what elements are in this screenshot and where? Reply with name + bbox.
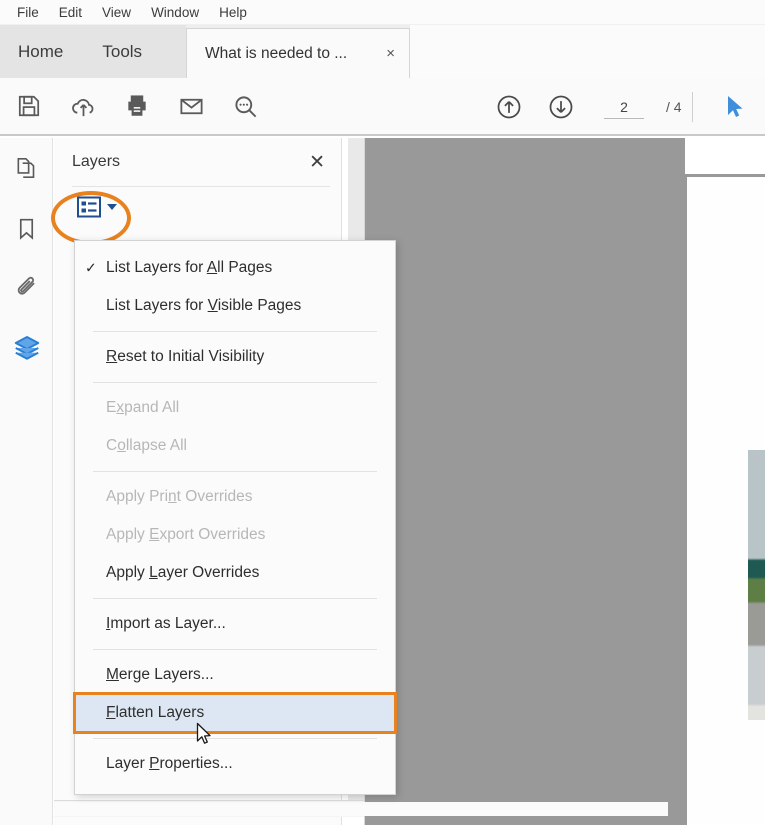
layers-options-button[interactable] [76, 195, 117, 219]
menu-item-label: List Layers for All Pages [106, 259, 273, 276]
accelerator-letter: L [149, 564, 158, 581]
menu-separator [93, 649, 377, 650]
page-number-input[interactable]: 2 [604, 95, 644, 119]
menu-separator [93, 471, 377, 472]
menu-item-collapse-all: Collapse All [75, 427, 395, 465]
accelerator-letter: A [206, 259, 218, 276]
menu-item-label: Merge Layers... [106, 666, 214, 683]
accelerator-letter: n [168, 488, 177, 505]
menu-item-flatten-layers[interactable]: Flatten Layers [73, 692, 397, 734]
menu-separator [93, 382, 377, 383]
menu-item-label: Apply Layer Overrides [106, 564, 260, 581]
accelerator-letter: R [106, 348, 118, 365]
close-icon[interactable]: × [382, 44, 399, 63]
menu-file[interactable]: File [8, 3, 48, 22]
menu-item-label: Flatten Layers [106, 704, 205, 721]
document-toolbar: 2 / 4 [0, 78, 765, 136]
menu-item-apply-layer-overrides[interactable]: Apply Layer Overrides [75, 554, 395, 592]
application-menu-bar: File Edit View Window Help [0, 0, 765, 25]
close-icon[interactable]: ✕ [309, 153, 325, 172]
tab-tools[interactable]: Tools [63, 42, 142, 62]
acrobat-window: File Edit View Window Help Home Tools Wh… [0, 0, 765, 825]
accelerator-letter: o [117, 437, 126, 454]
email-icon[interactable] [174, 89, 208, 123]
menu-item-import-as-layer[interactable]: Import as Layer... [75, 605, 395, 643]
accelerator-letter: E [149, 526, 160, 543]
menu-item-list-visible-pages[interactable]: List Layers for Visible Pages [75, 287, 395, 325]
accelerator-letter: V [207, 297, 218, 314]
select-cursor-tool-icon[interactable] [718, 90, 752, 124]
previous-page-icon[interactable] [492, 90, 526, 124]
menu-item-reset-initial-visibility[interactable]: Reset to Initial Visibility [75, 338, 395, 376]
menu-item-apply-print-overrides: Apply Print Overrides [75, 478, 395, 516]
next-page-icon[interactable] [544, 90, 578, 124]
menu-view[interactable]: View [93, 3, 140, 22]
page-navigation-group: 2 / 4 [492, 78, 682, 136]
menu-separator [93, 331, 377, 332]
bookmarks-icon[interactable] [0, 198, 53, 258]
document-viewport [365, 138, 765, 825]
menu-item-expand-all: Expand All [75, 389, 395, 427]
toolbar-divider [692, 92, 693, 122]
print-icon[interactable] [120, 89, 154, 123]
zoom-search-icon[interactable] [228, 89, 262, 123]
page-thumbnails-icon[interactable] [0, 138, 53, 198]
menu-window[interactable]: Window [142, 3, 208, 22]
menu-edit[interactable]: Edit [50, 3, 91, 22]
mouse-cursor [196, 722, 214, 753]
tab-document[interactable]: What is needed to ... × [186, 28, 410, 78]
accelerator-letter: I [106, 615, 111, 632]
menu-item-label: Import as Layer... [106, 615, 226, 632]
page-total-label: / 4 [666, 99, 682, 115]
menu-item-label: Reset to Initial Visibility [106, 348, 265, 365]
navigation-rail [0, 138, 53, 825]
accelerator-letter: F [106, 704, 116, 721]
sidebar-item-layers[interactable] [0, 318, 53, 378]
menu-item-label: Expand All [106, 399, 180, 416]
menu-item-label: Apply Print Overrides [106, 488, 253, 505]
home-tools-group: Home Tools [0, 25, 186, 78]
upload-cloud-icon[interactable] [66, 89, 100, 123]
accelerator-letter: M [106, 666, 119, 683]
scrollbar-thumb[interactable] [54, 802, 668, 816]
tab-strip-empty-area [410, 25, 765, 78]
menu-item-list-all-pages[interactable]: ✓ List Layers for All Pages [75, 249, 395, 287]
tab-strip: Home Tools What is needed to ... × [0, 25, 765, 78]
tab-document-title: What is needed to ... [205, 44, 348, 62]
page-photo-image [748, 450, 765, 720]
menu-item-layer-properties[interactable]: Layer Properties... [75, 745, 395, 783]
viewer-background [365, 138, 693, 825]
accelerator-letter: x [116, 399, 125, 416]
layers-panel-header: Layers ✕ [54, 138, 341, 186]
layers-options-menu: ✓ List Layers for All Pages List Layers fo… [73, 240, 397, 795]
menu-item-label: Layer Properties... [106, 755, 233, 772]
document-page-top [685, 138, 765, 174]
save-icon[interactable] [12, 89, 46, 123]
menu-help[interactable]: Help [210, 3, 256, 22]
layers-panel-toolbar [54, 187, 342, 233]
check-icon: ✓ [85, 259, 97, 276]
panel-horizontal-scrollbar[interactable] [54, 800, 668, 817]
menu-item-label: List Layers for Visible Pages [106, 297, 302, 314]
menu-item-merge-layers[interactable]: Merge Layers... [75, 656, 395, 694]
chevron-down-icon [107, 204, 117, 210]
page-title: Layers [72, 153, 121, 170]
menu-separator [93, 738, 377, 739]
menu-item-label: Collapse All [106, 437, 188, 454]
tab-home[interactable]: Home [0, 42, 63, 62]
menu-item-apply-export-overrides: Apply Export Overrides [75, 516, 395, 554]
attachments-icon[interactable] [0, 258, 53, 318]
list-options-icon [77, 196, 101, 218]
toolbar-left-group [0, 89, 262, 123]
menu-separator [93, 598, 377, 599]
accelerator-letter: P [149, 755, 160, 772]
menu-item-label: Apply Export Overrides [106, 526, 266, 543]
